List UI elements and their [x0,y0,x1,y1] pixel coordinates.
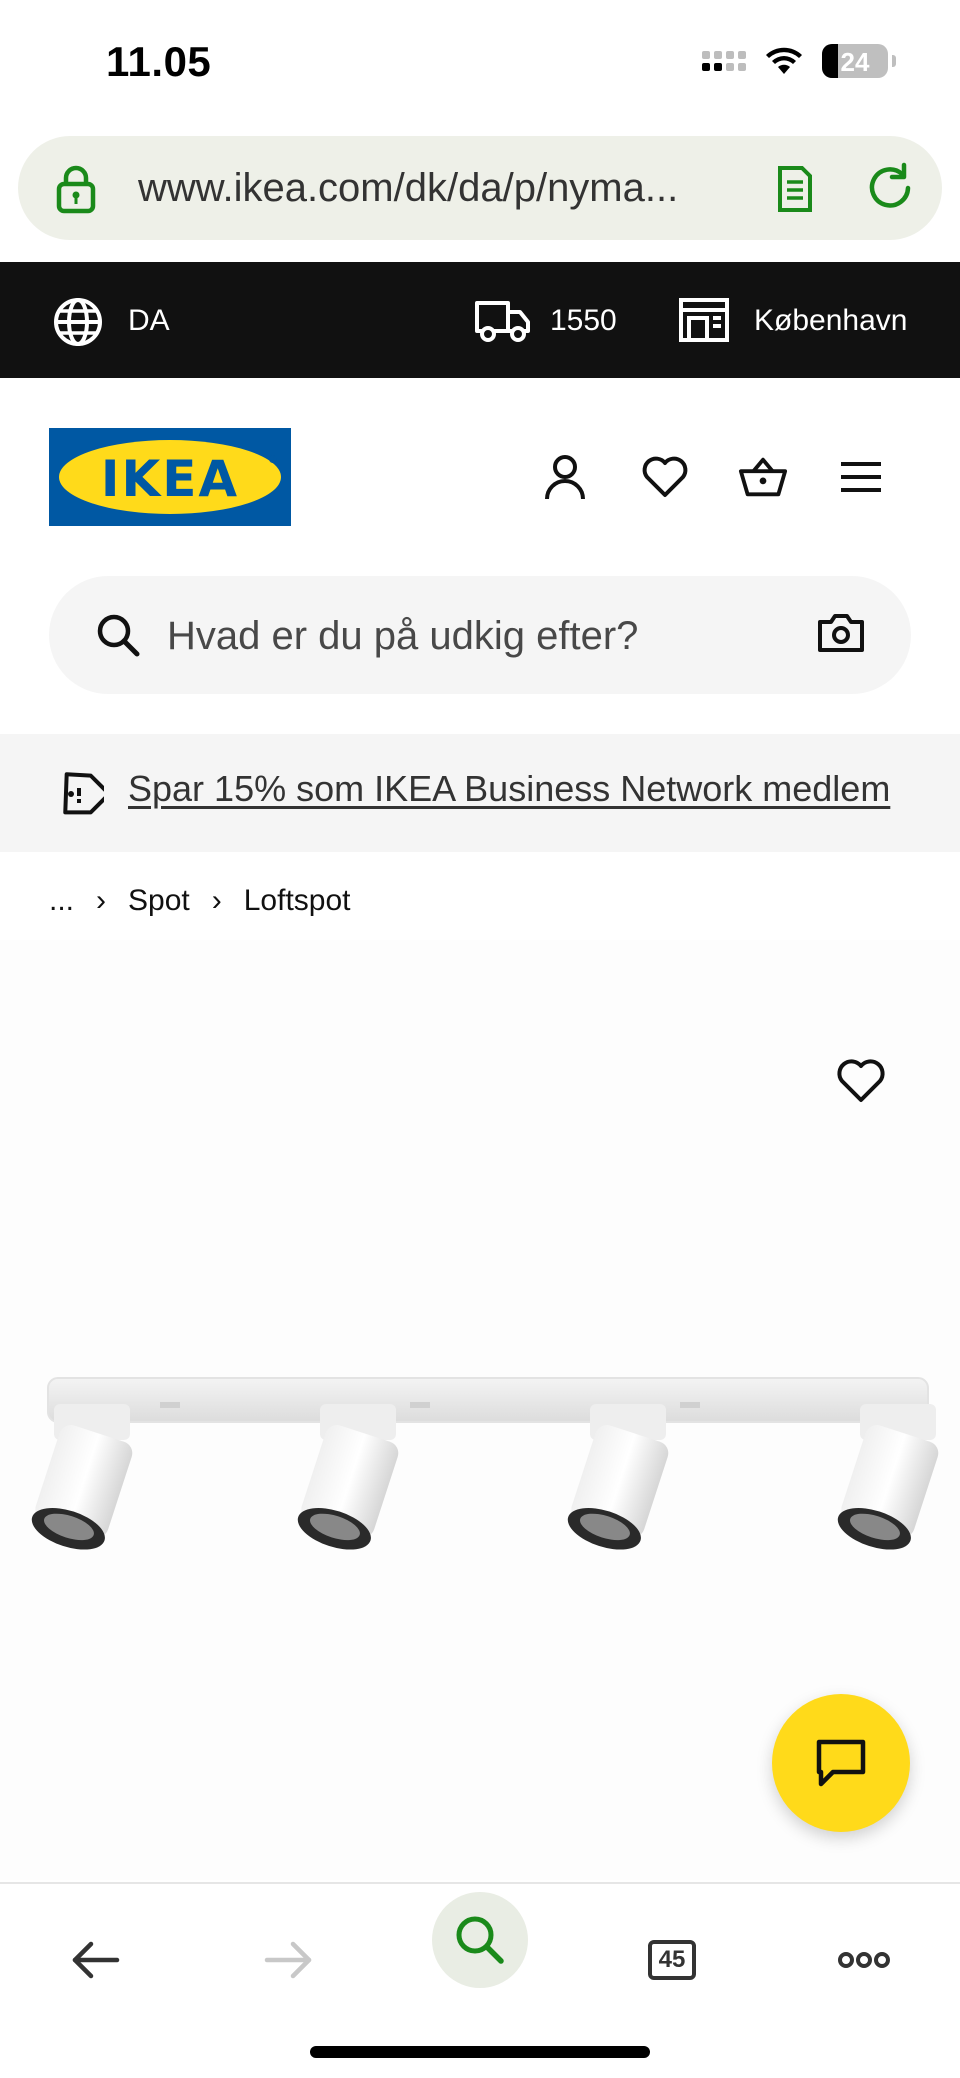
forward-button[interactable] [248,1920,328,2000]
back-icon [72,1941,120,1979]
lock-icon[interactable] [54,164,98,214]
logo-text: IKEA [100,450,240,508]
truck-icon[interactable] [474,298,532,344]
ikea-logo[interactable]: IKEA ® [49,428,291,526]
toolbar-search-button[interactable] [432,1892,528,1988]
product-image-ceiling-spotlight[interactable] [10,1360,950,1560]
breadcrumb: ... › Spot › Loftspot [49,884,350,918]
tabs-icon: 45 [648,1940,696,1980]
chevron-right-icon: › [96,884,107,917]
chat-icon [816,1739,866,1787]
product-search-field[interactable]: Hvad er du på udkig efter? [49,576,911,694]
top-info-bar: DA 1550 København [0,262,960,378]
logo-registered-mark: ® [268,454,277,466]
menu-icon[interactable] [836,452,886,502]
more-menu-button[interactable] [824,1920,904,2000]
store-selector[interactable]: København [754,304,907,338]
add-to-favourites-heart-icon[interactable] [836,1058,886,1104]
language-selector[interactable]: DA [128,304,170,338]
wifi-icon [766,47,802,74]
breadcrumb-ellipsis[interactable]: ... [49,884,74,918]
status-time: 11.05 [106,38,212,85]
home-indicator [310,2046,650,2058]
chevron-right-icon: › [211,884,222,917]
store-icon[interactable] [678,296,730,344]
breadcrumb-item-spot[interactable]: Spot [128,884,190,918]
reader-icon[interactable] [774,164,814,214]
tag-icon [63,772,104,815]
back-button[interactable] [56,1920,136,2000]
more-icon [838,1952,890,1968]
url-text[interactable]: www.ikea.com/dk/da/p/nyma... [138,166,678,211]
battery-level: 24 [840,47,870,77]
basket-icon[interactable] [738,452,788,502]
tabs-button[interactable]: 45 [632,1920,712,2000]
search-placeholder[interactable]: Hvad er du på udkig efter? [167,614,638,659]
search-icon [97,614,140,657]
camera-icon[interactable] [817,612,865,654]
cellular-signal-icon [702,51,746,71]
business-promo-link[interactable]: Spar 15% som IKEA Business Network medle… [128,768,890,810]
battery-tip [892,55,896,67]
business-promo-banner[interactable]: Spar 15% som IKEA Business Network medle… [0,734,960,852]
battery-icon: 24 [822,44,888,78]
status-icons: 24 [702,44,896,78]
account-icon[interactable] [540,452,590,502]
breadcrumb-item-loftspot[interactable]: Loftspot [244,884,351,918]
wishlist-heart-icon[interactable] [640,452,690,502]
search-icon [456,1916,504,1964]
globe-icon[interactable] [52,296,104,348]
forward-icon [264,1941,312,1979]
chat-button[interactable] [772,1694,910,1832]
delivery-zip[interactable]: 1550 [550,304,617,338]
url-bar[interactable]: www.ikea.com/dk/da/p/nyma... [18,136,942,240]
reload-icon[interactable] [864,162,916,214]
status-bar: 11.05 24 [0,0,960,128]
